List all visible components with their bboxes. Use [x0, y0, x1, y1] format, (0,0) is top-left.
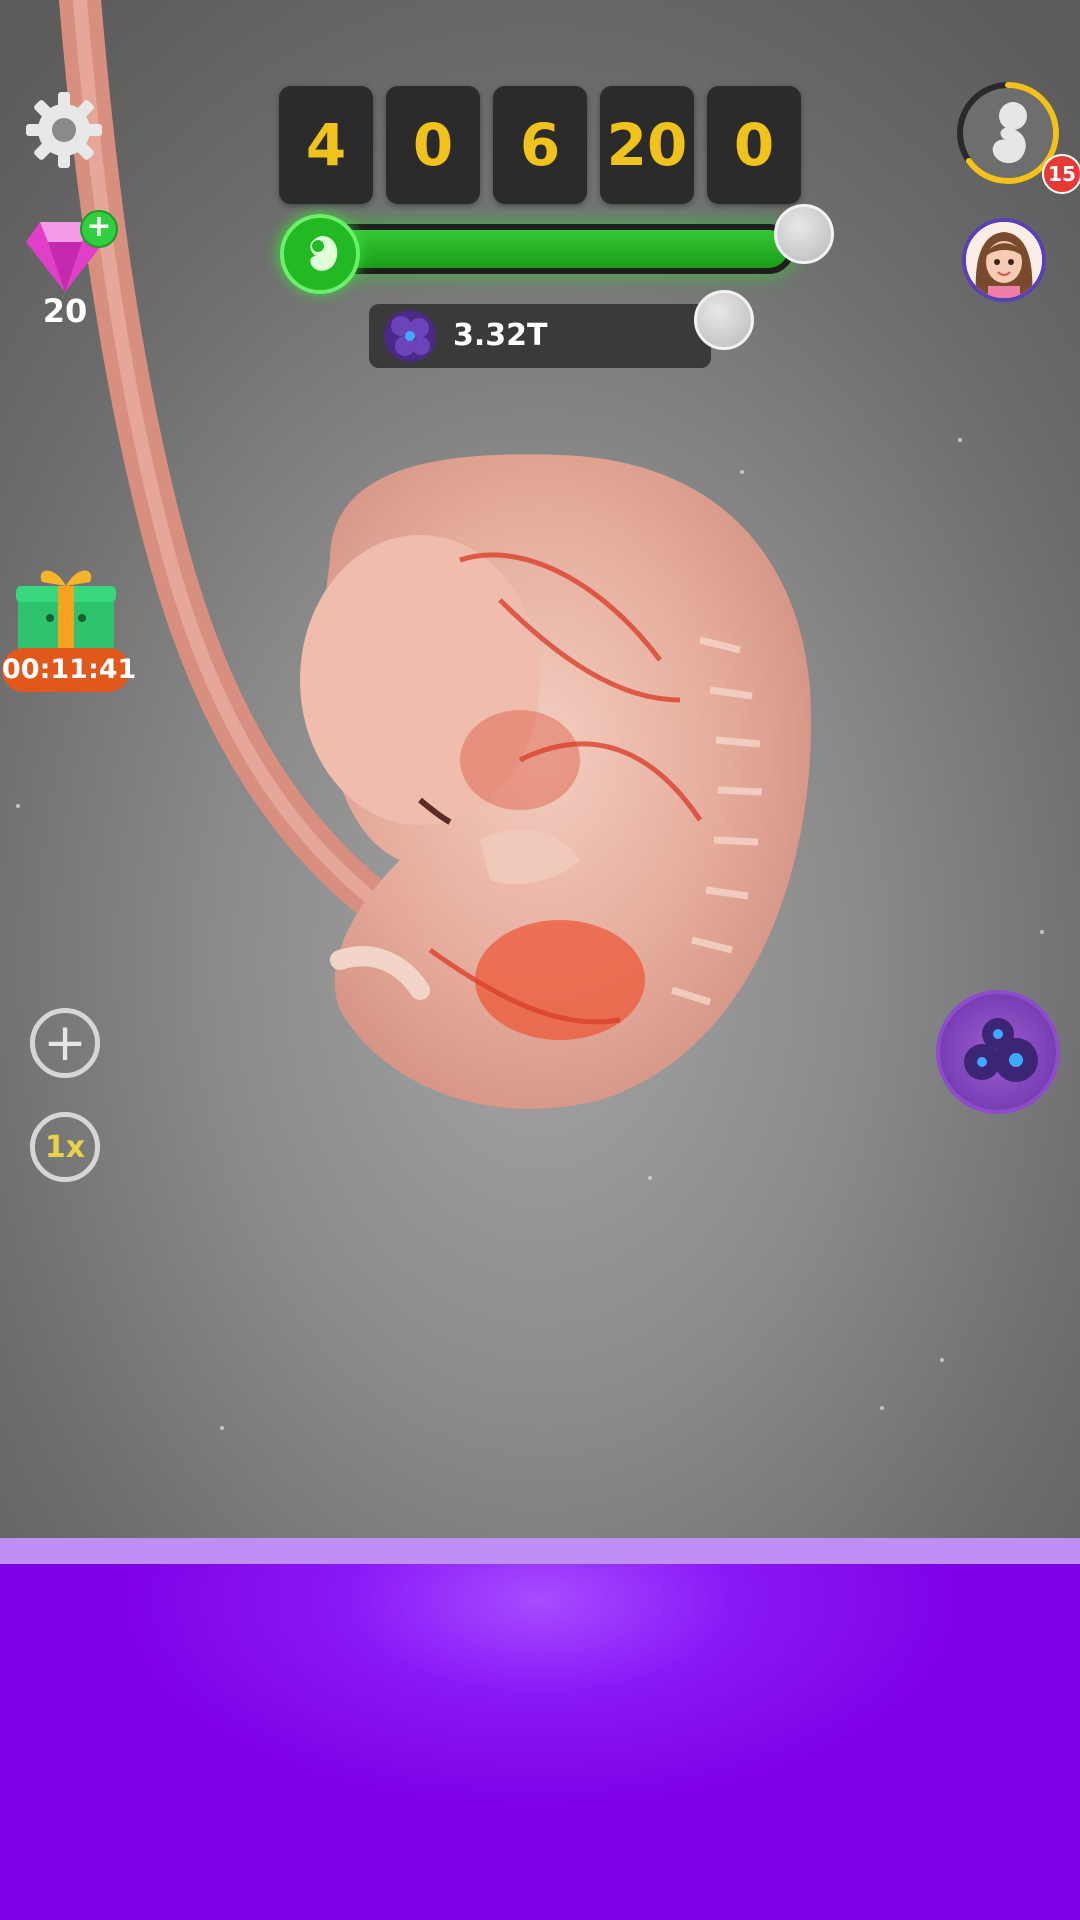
counter-box: 0 [386, 86, 480, 204]
level-badge: 15 [1042, 154, 1080, 194]
cell-cluster-button[interactable] [936, 990, 1060, 1114]
gear-icon[interactable] [22, 88, 106, 172]
background-speck [940, 1358, 944, 1362]
background-speck [880, 1406, 884, 1410]
stage-counters: 4 0 6 20 0 [279, 86, 801, 204]
gift-icon[interactable] [14, 560, 118, 656]
speed-label: 1x [44, 1129, 86, 1165]
speed-button[interactable]: 1x [30, 1112, 100, 1182]
background-speck [16, 804, 20, 808]
background-speck [740, 470, 744, 474]
growth-progress-bar [284, 224, 794, 274]
plus-icon: + [43, 1013, 87, 1073]
counter-box: 20 [600, 86, 694, 204]
progress-fill [290, 230, 788, 268]
background-speck [220, 1426, 224, 1430]
background-speck [958, 438, 962, 442]
add-button[interactable]: + [30, 1008, 100, 1078]
game-scene: + 20 00:11:41 + 1x 4 0 6 20 0 3.32T 15 [0, 0, 1080, 1920]
cells-value: 3.32T [453, 318, 548, 353]
add-gems-button[interactable]: + [80, 210, 118, 248]
bottom-panel-border [0, 1538, 1080, 1564]
avatar-icon [966, 222, 1042, 298]
avatar[interactable] [962, 218, 1046, 302]
cell-icon [384, 310, 436, 362]
background-speck [648, 1176, 652, 1180]
cells-counter: 3.32T [369, 304, 711, 368]
bottom-panel [0, 1564, 1080, 1920]
counter-box: 0 [707, 86, 801, 204]
bubble-icon[interactable] [774, 204, 834, 264]
background-speck [1040, 930, 1044, 934]
gem-count: 20 [42, 292, 88, 330]
counter-box: 6 [493, 86, 587, 204]
embryo-stage-icon [280, 214, 360, 294]
bubble-icon[interactable] [694, 290, 754, 350]
cell-cluster-icon [964, 1018, 1038, 1082]
gift-timer: 00:11:41 [2, 648, 136, 692]
counter-box: 4 [279, 86, 373, 204]
